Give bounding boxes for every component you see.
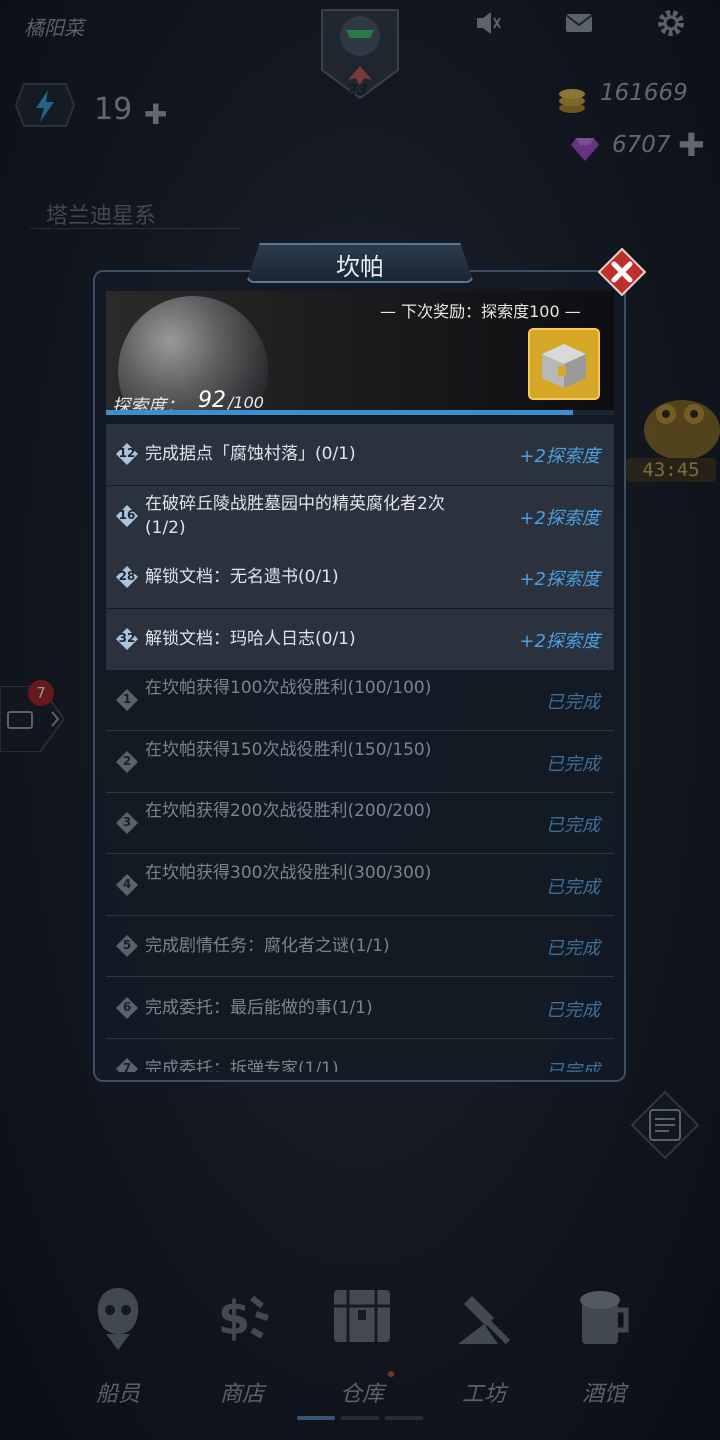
task-number-badge: 1: [115, 688, 139, 712]
task-row[interactable]: 2 在坎帕获得150次战役胜利(150/150) 已完成: [106, 732, 614, 793]
task-number-badge: 2: [115, 750, 139, 774]
task-number-badge: 32: [115, 627, 139, 651]
workshop-icon: [458, 1296, 511, 1345]
chat-unread-badge: 7: [28, 680, 54, 706]
energy-add-button[interactable]: ✚: [144, 98, 167, 131]
energy-value: 19: [94, 92, 133, 127]
divider: [30, 228, 240, 229]
task-number: 28: [118, 569, 136, 583]
gold-value: 161669: [600, 80, 688, 106]
task-number: 7: [122, 1061, 132, 1072]
nav-shop[interactable]: $ 商店: [192, 1280, 292, 1420]
task-description: 在坎帕获得150次战役胜利(150/150): [145, 739, 432, 760]
task-row[interactable]: 16 在破碎丘陵战胜墓园中的精英腐化者2次(1/2) +2探索度: [106, 485, 614, 547]
task-completed-label: 已完成: [546, 1061, 600, 1072]
task-description: 在坎帕获得300次战役胜利(300/300): [145, 862, 432, 883]
task-description: 解锁文档：无名遗书(0/1): [145, 567, 339, 587]
task-number: 5: [122, 938, 132, 952]
nav-label: 船员: [95, 1382, 140, 1407]
task-reward: +2探索度: [519, 630, 600, 652]
task-row[interactable]: 1 在坎帕获得100次战役胜利(100/100) 已完成: [106, 670, 614, 731]
task-number: 1: [122, 692, 132, 706]
task-row[interactable]: 7 完成委托：拆弹专家(1/1) 已完成: [106, 1039, 614, 1072]
task-description: 在坎帕获得100次战役胜利(100/100): [145, 678, 432, 698]
warehouse-icon: [334, 1290, 390, 1342]
task-number-badge: 12: [115, 442, 139, 466]
task-description: 完成剧情任务：腐化者之谜(1/1): [145, 936, 390, 956]
task-number-badge: 28: [115, 565, 139, 589]
task-number-badge: 7: [115, 1057, 139, 1072]
svg-text:$: $: [218, 1291, 250, 1345]
task-description: 解锁文档：玛哈人日志(0/1): [145, 628, 356, 649]
task-row[interactable]: 12 完成据点「腐蚀村落」(0/1) +2探索度: [106, 424, 614, 485]
player-name: 橘阳菜: [24, 16, 84, 40]
warehouse-notification-dot: [388, 1371, 394, 1377]
task-list-icon[interactable]: [630, 1090, 700, 1160]
task-row[interactable]: 32 解锁文档：玛哈人日志(0/1) +2探索度: [106, 608, 614, 670]
nav-warehouse[interactable]: 仓库: [312, 1280, 412, 1420]
task-completed-label: 已完成: [546, 692, 600, 713]
task-number: 2: [122, 753, 132, 768]
task-number-badge: 4: [115, 873, 139, 897]
task-number-badge: 16: [115, 504, 139, 528]
task-list[interactable]: 12 完成据点「腐蚀村落」(0/1) +2探索度 16 在破碎丘陵战胜墓园中的精英腐化者…: [106, 424, 614, 1072]
task-number: 12: [118, 446, 136, 460]
next-reward-label: — 下次奖励：探索度100 —: [380, 302, 581, 321]
nav-label: 仓库: [339, 1382, 384, 1407]
star-system-name: 塔兰迪星系: [46, 204, 157, 229]
task-number: 3: [122, 815, 132, 829]
nav-label: 工坊: [461, 1382, 506, 1407]
gem-add-button[interactable]: ✚: [678, 126, 705, 164]
task-completed-label: 已完成: [546, 815, 600, 836]
task-completed-label: 已完成: [546, 938, 600, 959]
nav-tavern[interactable]: 酒馆: [554, 1280, 654, 1420]
task-row[interactable]: 5 完成剧情任务：腐化者之谜(1/1) 已完成: [106, 916, 614, 977]
page-indicator: [385, 1416, 423, 1420]
settings-gear-icon[interactable]: [656, 8, 686, 38]
task-number-badge: 5: [115, 934, 139, 958]
energy-icon[interactable]: [14, 82, 76, 128]
task-completed-label: 已完成: [546, 876, 600, 898]
crew-icon: [97, 1288, 139, 1350]
task-row[interactable]: 3 在坎帕获得200次战役胜利(200/200) 已完成: [106, 793, 614, 854]
reward-chest-icon[interactable]: [528, 328, 600, 400]
task-completed-label: 已完成: [546, 753, 600, 775]
nav-workshop[interactable]: 工坊: [434, 1280, 534, 1420]
close-button[interactable]: [598, 248, 646, 296]
task-number: 32: [118, 630, 136, 645]
task-number: 6: [122, 999, 132, 1014]
task-row[interactable]: 28 解锁文档：无名遗书(0/1) +2探索度: [106, 547, 614, 608]
task-description: 完成据点「腐蚀村落」(0/1): [145, 444, 356, 464]
task-row[interactable]: 6 完成委托：最后能做的事(1/1) 已完成: [106, 978, 614, 1039]
task-description: 在坎帕获得200次战役胜利(200/200): [145, 801, 432, 821]
event-timer: 43:45: [626, 458, 716, 482]
exploration-progress-fill: [106, 410, 574, 415]
nav-label: 商店: [219, 1382, 264, 1407]
mail-icon[interactable]: [564, 8, 594, 38]
task-reward: +2探索度: [519, 446, 600, 467]
task-number: 4: [122, 876, 132, 891]
page-indicator-active: [297, 1416, 335, 1420]
task-description: 完成委托：拆弹专家(1/1): [145, 1059, 339, 1072]
gem-diamond-icon: [571, 138, 599, 161]
task-description: 完成委托：最后能做的事(1/1): [145, 997, 373, 1018]
page-indicator: [341, 1416, 379, 1420]
task-reward: +2探索度: [519, 569, 600, 590]
nav-crew[interactable]: 船员: [68, 1280, 168, 1420]
task-completed-label: 已完成: [546, 999, 600, 1021]
nav-label: 酒馆: [581, 1382, 626, 1407]
player-level: 23: [346, 80, 369, 99]
gold-coin-icon: [559, 89, 585, 113]
mute-sound-icon[interactable]: [474, 8, 504, 38]
task-description: 在破碎丘陵战胜墓园中的精英腐化者2次(1/2): [145, 493, 445, 538]
shop-icon: $: [218, 1291, 269, 1345]
task-number-badge: 3: [115, 811, 139, 835]
task-reward: +2探索度: [519, 507, 600, 529]
gem-value: 6707: [612, 132, 671, 158]
task-number-badge: 6: [115, 996, 139, 1020]
dialog-title: 坎帕: [336, 253, 384, 281]
task-row[interactable]: 4 在坎帕获得300次战役胜利(300/300) 已完成: [106, 855, 614, 916]
tavern-icon: [580, 1291, 629, 1344]
task-number: 16: [118, 507, 136, 522]
